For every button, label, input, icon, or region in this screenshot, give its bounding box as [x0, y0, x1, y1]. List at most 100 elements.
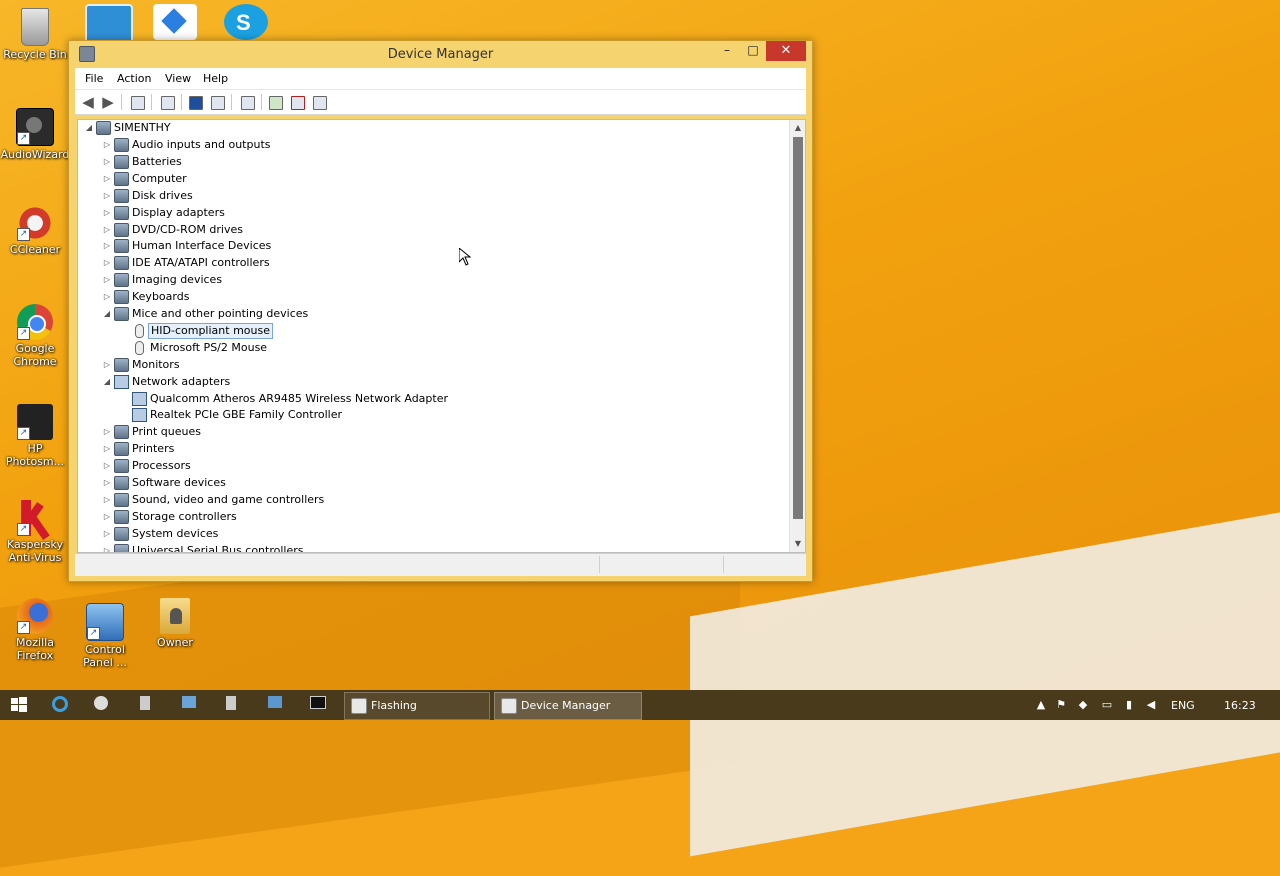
collapse-arrow-icon[interactable]: ◢ — [84, 121, 94, 135]
speaker-icon: ↗ — [16, 108, 54, 146]
desktop-icon-control-panel[interactable]: ↗ Control Panel ... — [70, 603, 140, 669]
tree-item-label: DVD/CD-ROM drives — [132, 223, 243, 236]
taskbar-button-device-manager[interactable]: Device Manager — [494, 692, 642, 720]
language-indicator[interactable]: ENG — [1171, 699, 1195, 712]
taskbar-app-icon[interactable] — [94, 696, 112, 714]
status-bar — [75, 553, 806, 576]
desktop-icon-audiowizard[interactable]: ↗ AudioWizard — [0, 108, 70, 161]
desktop-icon-recycle-bin[interactable]: Recycle Bin — [0, 8, 70, 61]
clock[interactable]: 16:23 — [1224, 699, 1256, 712]
device-icon — [114, 307, 129, 321]
tree-item-label: Keyboards — [132, 290, 190, 303]
menu-action[interactable]: Action — [117, 72, 151, 85]
internet-explorer-icon[interactable] — [52, 696, 70, 714]
expand-arrow-icon[interactable]: ▷ — [102, 459, 112, 473]
desktop-icon-firefox[interactable]: ↗ Mozilla Firefox — [0, 598, 70, 662]
expand-arrow-icon[interactable]: ▷ — [102, 527, 112, 541]
show-hide-console-tree-icon[interactable] — [129, 94, 145, 110]
expand-arrow-icon[interactable]: ▷ — [102, 358, 112, 372]
update-driver-icon[interactable] — [267, 94, 283, 110]
collapse-arrow-icon[interactable]: ◢ — [102, 307, 112, 321]
toolbar-separator — [261, 94, 262, 110]
scan-hardware-icon[interactable] — [239, 94, 255, 110]
desktop-icon-hp[interactable]: ↗ HP Photosm... — [0, 404, 70, 468]
menu-file[interactable]: File — [85, 72, 103, 85]
expand-arrow-icon[interactable]: ▷ — [102, 172, 112, 186]
menu-view[interactable]: View — [165, 72, 191, 85]
expand-arrow-icon[interactable]: ▷ — [102, 155, 112, 169]
expand-arrow-icon[interactable]: ▷ — [102, 138, 112, 152]
back-arrow-icon[interactable]: ◀ — [79, 93, 97, 111]
action-center-flag-icon[interactable]: ⚑ — [1054, 699, 1068, 711]
device-manager-icon — [501, 698, 517, 714]
collapse-arrow-icon[interactable]: ◢ — [102, 375, 112, 389]
toolbar: ◀ ▶ — [75, 90, 806, 115]
expand-arrow-icon[interactable]: ▷ — [102, 189, 112, 203]
forward-arrow-icon[interactable]: ▶ — [99, 93, 117, 111]
maximize-button[interactable]: □ — [740, 41, 766, 61]
device-icon — [114, 206, 129, 220]
scroll-thumb[interactable] — [793, 137, 803, 519]
properties-icon[interactable] — [159, 94, 175, 110]
view-icon[interactable] — [209, 94, 225, 110]
expand-arrow-icon[interactable]: ▷ — [102, 206, 112, 220]
battery-icon[interactable]: ▭ — [1100, 699, 1114, 711]
expand-arrow-icon[interactable]: ▷ — [102, 544, 112, 552]
tree-item-label: Mice and other pointing devices — [132, 307, 309, 320]
network-icon[interactable]: ▮ — [1122, 699, 1136, 711]
taskbar-app-icon[interactable] — [182, 696, 200, 714]
expand-arrow-icon[interactable]: ▷ — [102, 239, 112, 253]
taskbar-app-icon[interactable] — [140, 696, 158, 714]
expand-arrow-icon[interactable]: ▷ — [102, 510, 112, 524]
desktop-icon-kaspersky[interactable]: ↗ Kaspersky Anti-Virus — [0, 500, 70, 564]
computer-icon — [96, 121, 111, 135]
expand-arrow-icon[interactable]: ▷ — [102, 425, 112, 439]
menu-bar: File Action View Help — [75, 68, 806, 90]
expand-arrow-icon[interactable]: ▷ — [102, 223, 112, 237]
expand-arrow-icon[interactable]: ▷ — [102, 290, 112, 304]
desktop-icon-label: HP — [27, 442, 43, 455]
network-adapter-icon — [132, 392, 147, 406]
dropbox-icon[interactable] — [153, 4, 197, 40]
toolbar-separator — [181, 94, 182, 110]
ccleaner-icon: ↗ — [17, 205, 53, 241]
device-icon — [114, 442, 129, 456]
expand-arrow-icon[interactable]: ▷ — [102, 442, 112, 456]
taskbar-button-flashing[interactable]: Flashing — [344, 692, 490, 720]
expand-arrow-icon[interactable]: ▷ — [102, 273, 112, 287]
tray-app-icon[interactable]: ◆ — [1076, 699, 1090, 711]
taskbar-app-icon[interactable] — [226, 696, 244, 714]
minimize-button[interactable]: – — [714, 41, 740, 61]
show-hidden-icons-icon[interactable]: ▲ — [1034, 699, 1048, 711]
start-windows-icon[interactable] — [10, 696, 28, 714]
desktop-icon-owner[interactable]: Owner — [140, 598, 210, 649]
uninstall-device-icon[interactable] — [289, 94, 305, 110]
mouse-cursor-icon — [459, 248, 471, 266]
title-bar[interactable]: Device Manager – □ ✕ — [69, 41, 812, 68]
device-manager-window: Device Manager – □ ✕ File Action View He… — [68, 40, 813, 582]
close-button[interactable]: ✕ — [766, 41, 806, 61]
scroll-up-icon[interactable]: ▲ — [790, 120, 805, 136]
tree-item-label: Human Interface Devices — [132, 239, 272, 252]
volume-icon[interactable]: ◀ — [1144, 699, 1158, 711]
command-prompt-icon[interactable] — [310, 696, 328, 714]
teamviewer-icon[interactable] — [85, 4, 133, 44]
vertical-scrollbar[interactable]: ▲ ▼ — [789, 120, 805, 552]
expand-arrow-icon[interactable]: ▷ — [102, 493, 112, 507]
scroll-down-icon[interactable]: ▼ — [790, 536, 805, 552]
tree-item-label: Monitors — [132, 358, 180, 371]
desktop-icon-ccleaner[interactable]: ↗ CCleaner — [0, 205, 70, 256]
tree-item-label: Universal Serial Bus controllers — [132, 544, 304, 552]
expand-arrow-icon[interactable]: ▷ — [102, 256, 112, 270]
menu-help[interactable]: Help — [203, 72, 228, 85]
help-icon[interactable] — [187, 94, 203, 110]
expand-arrow-icon[interactable]: ▷ — [102, 476, 112, 490]
taskbar-app-icon[interactable] — [268, 696, 286, 714]
tree-item-label: Sound, video and game controllers — [132, 493, 325, 506]
enable-device-icon[interactable] — [311, 94, 327, 110]
tree-item-label: Display adapters — [132, 206, 225, 219]
control-panel-icon: ↗ — [86, 603, 124, 641]
firefox-icon: ↗ — [17, 598, 53, 634]
desktop-icon-chrome[interactable]: ↗ Google Chrome — [0, 304, 70, 368]
skype-icon[interactable]: S — [224, 4, 268, 40]
